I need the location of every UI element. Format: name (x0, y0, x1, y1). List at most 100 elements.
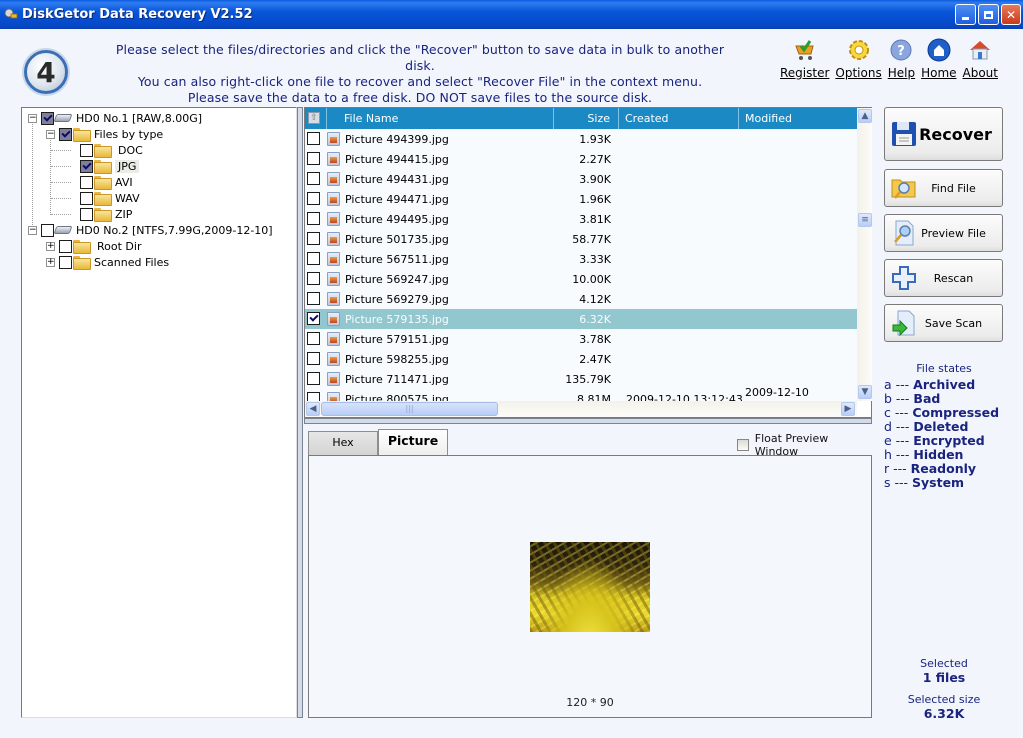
file-checkbox[interactable] (307, 172, 320, 185)
tree-checkbox[interactable] (80, 175, 93, 189)
horizontal-scroll-thumb[interactable]: ||| (321, 402, 498, 416)
file-row[interactable]: Picture 569279.jpg 4.12K (305, 289, 857, 309)
scroll-down-button[interactable]: ▼ (858, 385, 872, 399)
home-link[interactable]: Home (921, 38, 957, 80)
recover-button[interactable]: Recover (884, 107, 1003, 161)
title-bar: DiskGetor Data Recovery V2.52 ✕ (0, 0, 1023, 29)
file-state-code: b (884, 391, 892, 406)
tree-checkbox[interactable] (80, 159, 93, 173)
tree-node-jpg[interactable]: JPG (80, 158, 140, 174)
tree-line (51, 198, 71, 199)
tree-checkbox[interactable] (41, 223, 54, 237)
tree-node-avi[interactable]: AVI (80, 174, 133, 190)
tree-checkbox[interactable] (59, 239, 72, 253)
file-checkbox[interactable] (307, 252, 320, 265)
tree-checkbox[interactable] (59, 255, 72, 269)
file-row[interactable]: Picture 494495.jpg 3.81K (305, 209, 857, 229)
collapse-toggle[interactable]: − (46, 129, 55, 139)
vertical-scrollbar[interactable]: ▲ ≡ ▼ (857, 108, 872, 401)
file-state-label: Compressed (912, 405, 1000, 420)
floppy-disk-icon (891, 121, 917, 147)
file-checkbox[interactable] (307, 232, 320, 245)
file-row[interactable]: Picture 579135.jpg 6.32K (305, 309, 857, 329)
file-row[interactable]: Picture 494471.jpg 1.96K (305, 189, 857, 209)
tree-node-files-by-type[interactable]: − Files by type (46, 126, 163, 142)
find-file-button[interactable]: Find File (884, 169, 1003, 207)
collapse-toggle[interactable]: − (28, 113, 37, 123)
file-size: 2.27K (579, 152, 611, 166)
tree-node-scanned-files[interactable]: + Scanned Files (46, 254, 169, 270)
tab-picture[interactable]: Picture (378, 429, 448, 455)
register-link[interactable]: Register (780, 38, 829, 80)
column-modified[interactable]: Modified (739, 108, 857, 129)
file-row[interactable]: Picture 494399.jpg 1.93K (305, 129, 857, 149)
file-checkbox[interactable] (307, 212, 320, 225)
file-checkbox[interactable] (307, 152, 320, 165)
tree-node-root-dir[interactable]: + Root Dir (46, 238, 141, 254)
restore-button[interactable] (978, 4, 999, 25)
scroll-up-button[interactable]: ▲ (858, 109, 872, 123)
tree-node-hd0-no2[interactable]: − HD0 No.2 [NTFS,7.99G,2009-12-10] (28, 222, 273, 238)
preview-image (530, 542, 650, 632)
horizontal-scrollbar[interactable]: ◀ ||| ▶ (305, 401, 857, 417)
tree-checkbox[interactable] (59, 127, 72, 141)
file-row[interactable]: Picture 501735.jpg 58.77K (305, 229, 857, 249)
file-checkbox[interactable] (307, 272, 320, 285)
file-row[interactable]: Picture 800575.jpg 8.81M 2009-12-10 13:12:… (305, 386, 857, 401)
vertical-splitter[interactable] (297, 107, 303, 718)
tree-node-zip[interactable]: ZIP (80, 206, 132, 222)
file-row[interactable]: Picture 569247.jpg 10.00K (305, 269, 857, 289)
file-name: Picture 494431.jpg (345, 172, 449, 186)
column-file-name[interactable]: File Name (327, 108, 554, 129)
minimize-button[interactable] (955, 4, 976, 25)
preview-file-button[interactable]: Preview File (884, 214, 1003, 252)
file-row[interactable]: Picture 494431.jpg 3.90K (305, 169, 857, 189)
file-checkbox[interactable] (307, 332, 320, 345)
tree-node-hd0-no1[interactable]: − HD0 No.1 [RAW,8.00G] (28, 110, 202, 126)
drive-tree[interactable]: − HD0 No.1 [RAW,8.00G] − Files by type D… (21, 107, 297, 718)
column-created[interactable]: Created (619, 108, 739, 129)
select-all-column[interactable]: ⇧ (305, 108, 327, 129)
save-scan-button[interactable]: Save Scan (884, 304, 1003, 342)
float-preview-checkbox[interactable] (737, 439, 749, 451)
file-checkbox[interactable] (307, 352, 320, 365)
collapse-toggle[interactable]: − (28, 225, 37, 235)
file-row[interactable]: Picture 494415.jpg 2.27K (305, 149, 857, 169)
file-checkbox[interactable] (307, 392, 320, 401)
column-size[interactable]: Size (554, 108, 619, 129)
rescan-button[interactable]: Rescan (884, 259, 1003, 297)
scroll-left-button[interactable]: ◀ (306, 402, 320, 416)
file-row[interactable]: Picture 598255.jpg 2.47K (305, 349, 857, 369)
options-link[interactable]: Options (835, 38, 882, 80)
file-row[interactable]: Picture 567511.jpg 3.33K (305, 249, 857, 269)
file-name: Picture 579135.jpg (345, 312, 449, 326)
file-list[interactable]: ⇧ File Name Size Created Modified Pictur… (304, 107, 872, 418)
folder-icon (94, 160, 112, 174)
tree-checkbox[interactable] (80, 191, 93, 205)
scroll-thumb[interactable]: ≡ (858, 213, 872, 227)
tree-checkbox[interactable] (80, 207, 93, 221)
expand-toggle[interactable]: + (46, 241, 55, 251)
file-state-code: c (884, 405, 891, 420)
file-checkbox[interactable] (307, 132, 320, 145)
file-row[interactable]: Picture 579151.jpg 3.78K (305, 329, 857, 349)
scroll-right-button[interactable]: ▶ (841, 402, 855, 416)
image-file-icon (327, 372, 340, 386)
file-checkbox[interactable] (307, 312, 320, 325)
file-state-label: Deleted (913, 419, 969, 434)
file-checkbox[interactable] (307, 372, 320, 385)
about-link[interactable]: About (963, 38, 998, 80)
file-states-legend: File states a --- Archived b --- Bad c ---… (884, 362, 1004, 490)
tree-checkbox[interactable] (41, 111, 54, 125)
close-button[interactable]: ✕ (1001, 4, 1021, 25)
tab-hex[interactable]: Hex (308, 431, 378, 455)
file-size: 3.90K (579, 172, 611, 186)
help-link[interactable]: ? Help (888, 38, 915, 80)
tree-node-doc[interactable]: DOC (80, 142, 143, 158)
file-checkbox[interactable] (307, 292, 320, 305)
tree-node-wav[interactable]: WAV (80, 190, 140, 206)
file-size: 1.96K (579, 192, 611, 206)
expand-toggle[interactable]: + (46, 257, 55, 267)
file-checkbox[interactable] (307, 192, 320, 205)
tree-checkbox[interactable] (80, 143, 93, 157)
